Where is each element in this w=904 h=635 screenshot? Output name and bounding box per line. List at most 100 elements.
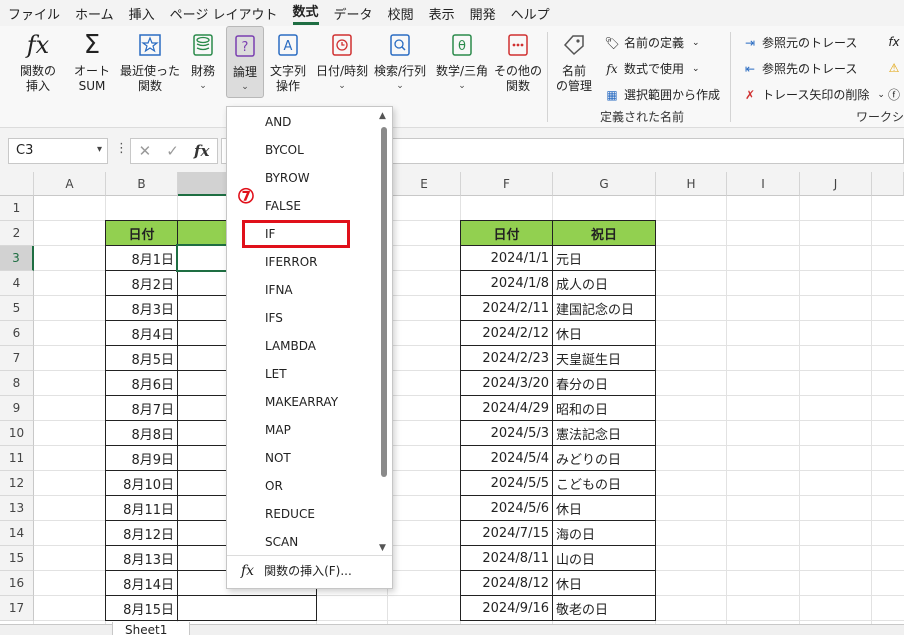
date-cell[interactable]: 8月8日: [105, 420, 178, 446]
datetime-button[interactable]: 日付/時刻 ⌄: [316, 30, 368, 94]
recent-functions-button[interactable]: 最近使った 関数: [120, 30, 180, 94]
menu-item[interactable]: 校閲: [388, 4, 414, 23]
holiday-name-cell[interactable]: 山の日: [552, 545, 656, 571]
dropdown-item-lambda[interactable]: LAMBDA: [265, 332, 316, 360]
column-header-h[interactable]: H: [656, 172, 727, 196]
row-header-6[interactable]: 6: [0, 321, 34, 346]
row-header-12[interactable]: 12: [0, 471, 34, 496]
date-cell[interactable]: 8月4日: [105, 320, 178, 346]
holiday-name-cell[interactable]: 憲法記念日: [552, 420, 656, 446]
holiday-name-cell[interactable]: 元日: [552, 245, 656, 271]
column-header-g[interactable]: G: [553, 172, 656, 196]
holiday-date-cell[interactable]: 2024/8/11: [460, 545, 553, 571]
dropdown-item-not[interactable]: NOT: [265, 444, 291, 472]
row-header-15[interactable]: 15: [0, 546, 34, 571]
scroll-up-icon[interactable]: ▲: [379, 111, 386, 121]
create-from-selection-button[interactable]: ▦ 選択範囲から作成: [604, 86, 720, 103]
row-header-7[interactable]: 7: [0, 346, 34, 371]
column-header-f[interactable]: F: [461, 172, 553, 196]
holiday-name-cell[interactable]: 春分の日: [552, 370, 656, 396]
holiday-name-cell[interactable]: 休日: [552, 320, 656, 346]
dropdown-item-bycol[interactable]: BYCOL: [265, 136, 304, 164]
remove-arrows-button[interactable]: ✗ トレース矢印の削除 ⌄: [742, 86, 885, 103]
holiday-date-cell[interactable]: 2024/9/16: [460, 595, 553, 621]
dropdown-item-scan[interactable]: SCAN: [265, 528, 298, 556]
holiday-name-cell[interactable]: こどもの日: [552, 470, 656, 496]
formula-bar-handle[interactable]: ⋮: [115, 141, 128, 156]
row-header-5[interactable]: 5: [0, 296, 34, 321]
menu-item[interactable]: ページ レイアウト: [170, 4, 278, 23]
menu-item[interactable]: ファイル: [8, 4, 60, 23]
column-header-b[interactable]: B: [106, 172, 178, 196]
date-cell[interactable]: 8月10日: [105, 470, 178, 496]
name-box[interactable]: C3 ▾: [8, 138, 108, 164]
trace-dependents-button[interactable]: ⇤ 参照先のトレース: [742, 60, 857, 77]
row-header-2[interactable]: 2: [0, 221, 34, 246]
date-cell[interactable]: 8月15日: [105, 595, 178, 621]
menu-item[interactable]: ホーム: [75, 4, 114, 23]
holiday-date-cell[interactable]: 2024/5/3: [460, 420, 553, 446]
dropdown-scrollbar[interactable]: ▲ ▼: [377, 111, 391, 553]
holiday-date-cell[interactable]: 2024/2/12: [460, 320, 553, 346]
text-button[interactable]: A 文字列 操作: [270, 30, 306, 94]
holiday-name-cell[interactable]: 昭和の日: [552, 395, 656, 421]
cancel-icon[interactable]: ✕: [139, 142, 152, 160]
holiday-date-cell[interactable]: 2024/8/12: [460, 570, 553, 596]
menu-item[interactable]: 数式: [292, 1, 319, 25]
dropdown-item-let[interactable]: LET: [265, 360, 287, 388]
holiday-name-cell[interactable]: 敬老の日: [552, 595, 656, 621]
holiday-name-cell[interactable]: 天皇誕生日: [552, 345, 656, 371]
financial-button[interactable]: 財務 ⌄: [188, 30, 218, 94]
column-header-a[interactable]: A: [34, 172, 106, 196]
date-cell[interactable]: 8月14日: [105, 570, 178, 596]
scroll-thumb[interactable]: [381, 127, 387, 477]
result-cell[interactable]: [177, 595, 317, 621]
menu-item[interactable]: 挿入: [129, 4, 155, 23]
column-header-j[interactable]: J: [800, 172, 872, 196]
date-cell[interactable]: 8月1日: [105, 245, 178, 271]
row-header-9[interactable]: 9: [0, 396, 34, 421]
table-header-date[interactable]: 日付: [105, 220, 178, 246]
menu-item[interactable]: データ: [334, 4, 373, 23]
holiday-name-cell[interactable]: みどりの日: [552, 445, 656, 471]
holiday-date-cell[interactable]: 2024/1/8: [460, 270, 553, 296]
holiday-date-cell[interactable]: 2024/7/15: [460, 520, 553, 546]
dropdown-item-map[interactable]: MAP: [265, 416, 291, 444]
holiday-name-cell[interactable]: 建国記念の日: [552, 295, 656, 321]
logical-button[interactable]: ? 論理 ⌄: [226, 26, 264, 98]
holiday-date-cell[interactable]: 2024/2/23: [460, 345, 553, 371]
row-header-1[interactable]: 1: [0, 196, 34, 221]
dropdown-item-and[interactable]: AND: [265, 108, 291, 136]
row-header-14[interactable]: 14: [0, 521, 34, 546]
date-cell[interactable]: 8月2日: [105, 270, 178, 296]
dropdown-item-reduce[interactable]: REDUCE: [265, 500, 315, 528]
row-header-10[interactable]: 10: [0, 421, 34, 446]
row-header-11[interactable]: 11: [0, 446, 34, 471]
evaluate-formula-button[interactable]: ⓕ: [886, 86, 904, 102]
dropdown-item-byrow[interactable]: BYROW: [265, 164, 310, 192]
trace-precedents-button[interactable]: ⇥ 参照元のトレース: [742, 34, 857, 51]
holiday-header-date[interactable]: 日付: [460, 220, 553, 246]
date-cell[interactable]: 8月12日: [105, 520, 178, 546]
dropdown-item-makearray[interactable]: MAKEARRAY: [265, 388, 338, 416]
spreadsheet-grid[interactable]: ABCDEFGHIJ1234567891011121314151617日付8月1…: [0, 172, 904, 624]
holiday-header-name[interactable]: 祝日: [552, 220, 656, 246]
date-cell[interactable]: 8月7日: [105, 395, 178, 421]
select-all-corner[interactable]: [0, 172, 34, 196]
more-functions-button[interactable]: その他の 関数: [494, 30, 542, 94]
date-cell[interactable]: 8月6日: [105, 370, 178, 396]
holiday-name-cell[interactable]: 海の日: [552, 520, 656, 546]
row-header-17[interactable]: 17: [0, 596, 34, 621]
check-icon[interactable]: ✓: [166, 142, 179, 160]
lookup-button[interactable]: 検索/行列 ⌄: [374, 30, 426, 94]
date-cell[interactable]: 8月5日: [105, 345, 178, 371]
row-header-4[interactable]: 4: [0, 271, 34, 296]
holiday-name-cell[interactable]: 休日: [552, 570, 656, 596]
menu-item[interactable]: 開発: [470, 4, 496, 23]
dropdown-item-ifna[interactable]: IFNA: [265, 276, 293, 304]
row-header-13[interactable]: 13: [0, 496, 34, 521]
use-in-formula-button[interactable]: fx 数式で使用 ⌄: [604, 60, 699, 77]
row-header-8[interactable]: 8: [0, 371, 34, 396]
date-cell[interactable]: 8月3日: [105, 295, 178, 321]
holiday-date-cell[interactable]: 2024/5/5: [460, 470, 553, 496]
